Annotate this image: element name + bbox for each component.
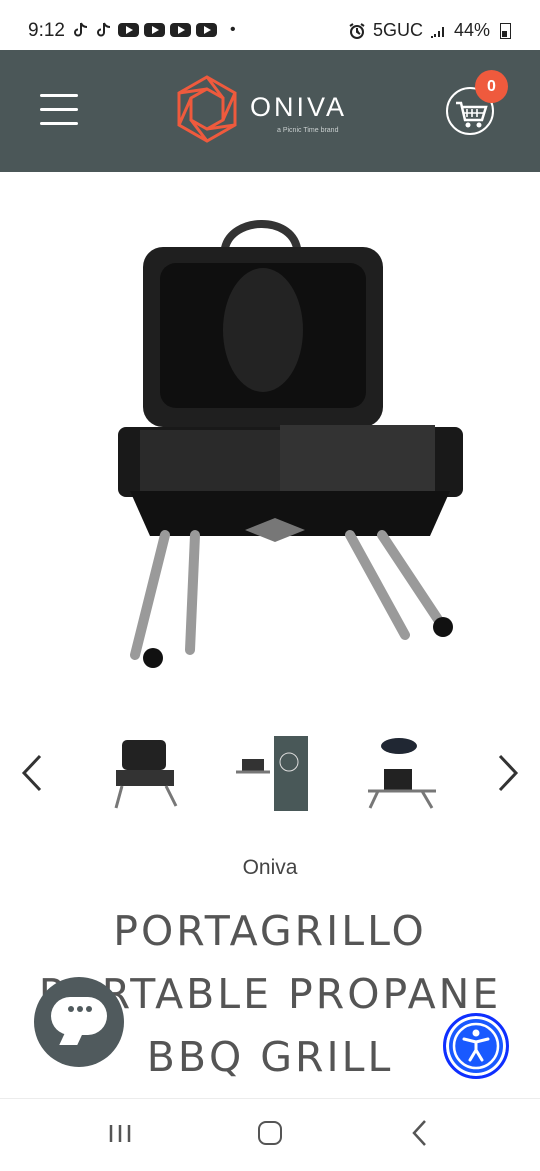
more-notifications-dot: • [230,21,236,38]
back-button[interactable] [410,1118,430,1148]
oniva-logo-icon [177,75,237,143]
site-logo[interactable]: ONIVA [250,92,347,123]
network-label: 5GUC [372,20,423,40]
recent-apps-icon[interactable] [108,1123,133,1144]
chat-dots-icon [68,1006,92,1018]
youtube-icon [196,23,217,37]
accessibility-button[interactable] [443,1013,509,1079]
signal-icon [430,26,444,38]
grill-box-thumbnail[interactable] [230,732,312,814]
grill-folded-thumbnail[interactable] [360,732,442,814]
tiktok-icon [74,22,88,37]
battery-icon [500,22,511,39]
tiktok-icon [97,22,111,37]
accessibility-icon [452,1022,500,1070]
youtube-icon [144,23,165,37]
status-time: 9:12 [28,20,65,41]
battery-percent: 44% [453,20,490,40]
grill-open-thumbnail[interactable] [104,732,186,814]
notification-icons: • [72,21,236,39]
status-right: 5GUC 44% [348,20,511,41]
status-bar: 9:12 • 5GUC 44% [0,0,540,50]
product-title-line-1: PORTAGRILLO [113,907,427,955]
youtube-icon [118,23,139,37]
menu-icon[interactable] [40,94,78,126]
product-main-image[interactable] [100,205,470,680]
youtube-icon [170,23,191,37]
product-brand[interactable]: Oniva [0,856,540,880]
chat-button[interactable] [34,977,124,1067]
home-button[interactable] [258,1121,282,1145]
logo-subtitle: a Picnic Time brand [277,127,339,134]
cart-count-badge: 0 [475,70,508,103]
product-title-line-3: BBQ GRILL [146,1033,394,1081]
thumbnail-next-button[interactable] [490,752,524,794]
alarm-icon [349,22,365,39]
thumbnail-prev-button[interactable] [16,752,50,794]
